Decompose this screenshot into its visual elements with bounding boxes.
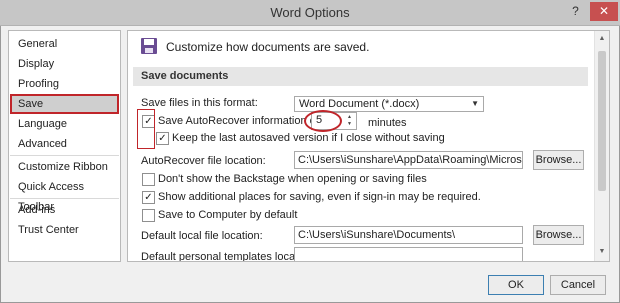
scroll-up-icon[interactable]: ▲ <box>595 32 609 46</box>
autorecover-location-label: AutoRecover file location: <box>141 155 266 167</box>
save-to-computer-checkbox[interactable] <box>142 209 155 222</box>
page-header: Customize how documents are saved. <box>166 40 370 54</box>
sidebar-divider <box>10 198 119 199</box>
highlight-ellipse <box>304 110 342 132</box>
sidebar-item-display[interactable]: Display <box>10 54 119 74</box>
backstage-checkbox[interactable] <box>142 173 155 186</box>
default-templates-location-label: Default personal templates location: <box>141 251 316 262</box>
ok-button[interactable]: OK <box>488 275 544 295</box>
section-header-save-documents: Save documents <box>133 67 588 86</box>
sidebar-item-save[interactable]: Save <box>10 94 119 114</box>
chevron-down-icon: ▼ <box>471 99 479 108</box>
options-content-panel: Customize how documents are saved. Save … <box>127 30 610 262</box>
window-title: Word Options <box>270 5 350 20</box>
title-bar: Word Options ? ✕ <box>0 0 620 26</box>
section-title: Save documents <box>141 70 229 82</box>
default-templates-location-input[interactable] <box>294 247 523 261</box>
highlight-box <box>137 109 155 149</box>
spin-up-icon[interactable]: ▲ <box>344 114 355 121</box>
sidebar-item-trust-center[interactable]: Trust Center <box>10 220 119 240</box>
default-local-location-input[interactable]: C:\Users\iSunshare\Documents\ <box>294 226 523 244</box>
sidebar-item-general[interactable]: General <box>10 34 119 54</box>
sidebar-item-advanced[interactable]: Advanced <box>10 134 119 154</box>
scroll-down-icon[interactable]: ▼ <box>595 245 609 259</box>
sidebar-divider <box>10 155 119 156</box>
keep-last-autosaved-label: Keep the last autosaved version if I clo… <box>172 132 445 144</box>
autorecover-location-input[interactable]: C:\Users\iSunshare\AppData\Roaming\Micro… <box>294 151 523 169</box>
sidebar: General Display Proofing Save Language A… <box>8 30 121 262</box>
sidebar-item-add-ins[interactable]: Add-ins <box>10 200 119 220</box>
format-select-value: Word Document (*.docx) <box>299 98 420 110</box>
backstage-label: Don't show the Backstage when opening or… <box>158 173 427 185</box>
spin-down-icon[interactable]: ▼ <box>344 121 355 128</box>
scroll-thumb[interactable] <box>598 51 606 191</box>
save-to-computer-label: Save to Computer by default <box>158 209 298 221</box>
minutes-label: minutes <box>368 117 407 129</box>
additional-places-checkbox[interactable]: ✓ <box>142 191 155 204</box>
sidebar-item-language[interactable]: Language <box>10 114 119 134</box>
default-local-location-label: Default local file location: <box>141 230 263 242</box>
sidebar-item-proofing[interactable]: Proofing <box>10 74 119 94</box>
sidebar-item-quick-access-toolbar[interactable]: Quick Access Toolbar <box>10 177 119 213</box>
vertical-scrollbar[interactable]: ▲ ▼ <box>594 31 609 261</box>
autorecover-browse-button[interactable]: Browse... <box>533 150 584 170</box>
sidebar-item-customize-ribbon[interactable]: Customize Ribbon <box>10 157 119 177</box>
format-label: Save files in this format: <box>141 97 258 109</box>
floppy-disk-icon <box>141 38 157 54</box>
help-button[interactable]: ? <box>562 2 589 21</box>
keep-last-autosaved-checkbox[interactable]: ✓ <box>156 132 169 145</box>
additional-places-label: Show additional places for saving, even … <box>158 191 481 203</box>
default-local-browse-button[interactable]: Browse... <box>533 225 584 245</box>
cancel-button[interactable]: Cancel <box>550 275 606 295</box>
close-button[interactable]: ✕ <box>590 2 618 21</box>
